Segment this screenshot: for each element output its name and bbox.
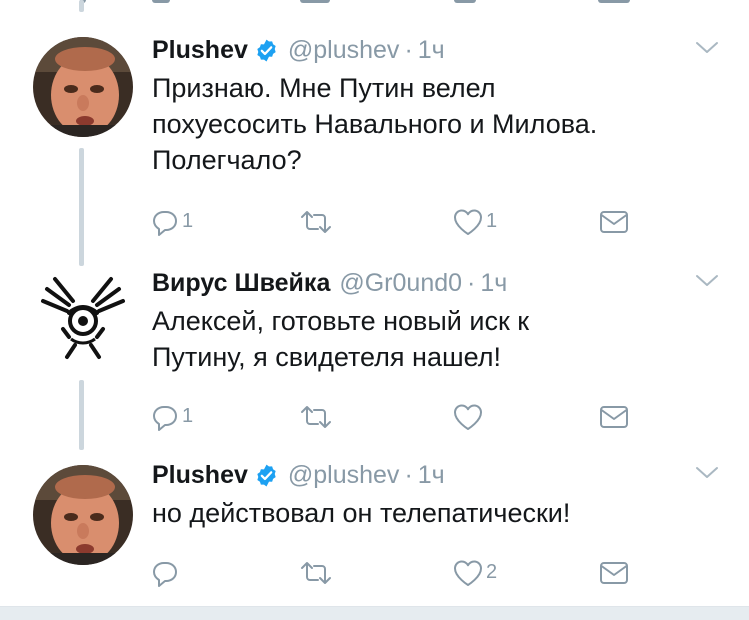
like-button[interactable]: 1 (452, 206, 497, 238)
like-count: 1 (486, 209, 498, 232)
heart-icon (454, 209, 482, 235)
avatar[interactable] (33, 465, 133, 565)
tweet[interactable]: Plushev @plushev · 1ч Признаю. Мне Путин… (0, 32, 749, 242)
chevron-down-icon[interactable] (694, 38, 720, 58)
display-name[interactable]: Вирус Швейка (152, 269, 330, 298)
tweet-text-line: Алексей, готовьте новый иск к (152, 306, 530, 336)
tweet-text: Алексей, готовьте новый иск к Путину, я … (152, 303, 712, 375)
reply-icon (153, 406, 177, 431)
envelope-icon (600, 562, 628, 584)
tweet-actions: 2 (150, 557, 650, 589)
tweet-text: но действовал он телепатически! (152, 495, 712, 531)
envelope-icon (600, 211, 628, 233)
reply-icon (153, 211, 177, 236)
heart-icon (454, 404, 482, 430)
retweet-button[interactable] (298, 557, 336, 589)
tweet-text-line: похуесосить Навального и Милова. (152, 109, 598, 139)
previous-tweet-fragment (0, 0, 749, 8)
like-button[interactable] (452, 401, 486, 433)
tweet[interactable]: Вирус Швейка @Gr0und0 · 1ч Алексей, гото… (0, 265, 749, 445)
display-name[interactable]: Plushev (152, 461, 248, 490)
envelope-icon (600, 406, 628, 428)
thread-line-top (79, 0, 84, 12)
retweet-button[interactable] (298, 401, 336, 433)
reply-button[interactable]: 1 (150, 206, 193, 238)
verified-badge-icon (254, 38, 279, 63)
direct-message-button[interactable] (598, 401, 630, 433)
direct-message-button[interactable] (598, 557, 630, 589)
separator-dot: · (404, 460, 413, 489)
tweet-text-line: Путину, я свидетеля нашел! (152, 342, 502, 372)
tweet-text-line: Полегчало? (152, 145, 302, 175)
timestamp[interactable]: 1ч (418, 461, 445, 490)
separator-dot: · (467, 268, 476, 297)
retweet-icon (301, 211, 331, 233)
avatar[interactable] (33, 267, 133, 367)
reply-icon (153, 562, 177, 587)
chevron-down-icon[interactable] (694, 271, 720, 291)
separator-dot: · (404, 35, 413, 64)
chevron-down-icon[interactable] (694, 463, 720, 483)
like-count: 2 (486, 560, 498, 583)
reply-count: 1 (182, 404, 194, 427)
username-handle[interactable]: @plushev (288, 461, 400, 490)
timestamp[interactable]: 1ч (480, 269, 507, 298)
tweet-actions: 1 (150, 401, 650, 433)
username-handle[interactable]: @plushev (288, 36, 400, 65)
direct-message-button[interactable] (598, 206, 630, 238)
display-name[interactable]: Plushev (152, 36, 248, 65)
avatar[interactable] (33, 37, 133, 137)
verified-badge-icon (254, 463, 279, 488)
tweet-actions: 1 1 (150, 206, 650, 238)
tweet-text-line: Признаю. Мне Путин велел (152, 73, 496, 103)
heart-icon (454, 560, 482, 586)
reply-button[interactable]: 1 (150, 401, 193, 433)
like-button[interactable]: 2 (452, 557, 497, 589)
tweet-text: Признаю. Мне Путин велел похуесосить Нав… (152, 70, 712, 178)
retweet-button[interactable] (298, 206, 336, 238)
timestamp[interactable]: 1ч (418, 36, 445, 65)
timeline-bottom-divider (0, 606, 749, 620)
username-handle[interactable]: @Gr0und0 (339, 269, 462, 298)
tweet-text-line: но действовал он телепатически! (152, 498, 571, 528)
tweet[interactable]: Plushev @plushev · 1ч но действовал он т… (0, 457, 749, 602)
retweet-icon (301, 562, 331, 584)
reply-count: 1 (182, 209, 194, 232)
retweet-icon (301, 406, 331, 428)
reply-button[interactable] (150, 557, 182, 589)
